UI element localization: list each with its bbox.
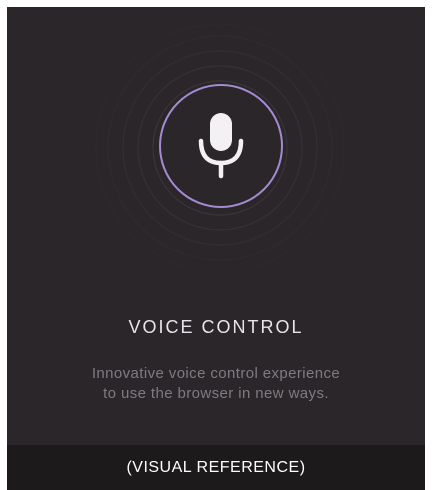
voice-control-card: VOICE CONTROL Innovative voice control e…	[7, 7, 425, 490]
feature-description-line-2: to use the browser in new ways.	[103, 385, 329, 402]
footer-label: (VISUAL REFERENCE)	[126, 458, 306, 476]
visual-reference-footer: (VISUAL REFERENCE)	[7, 445, 425, 490]
feature-description-line-1: Innovative voice control experience	[91, 365, 341, 382]
feature-description: Innovative voice control experience to u…	[47, 364, 385, 404]
feature-title: VOICE CONTROL	[128, 317, 304, 337]
voice-control-button[interactable]	[159, 84, 283, 208]
microphone-icon	[198, 113, 244, 179]
